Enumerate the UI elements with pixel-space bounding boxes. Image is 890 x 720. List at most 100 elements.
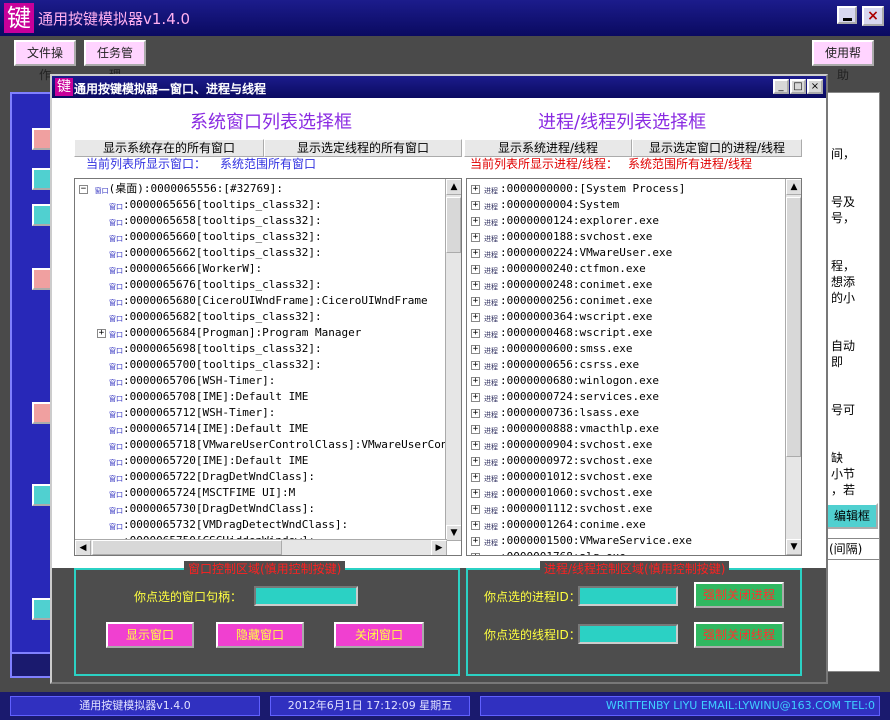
- process-tree-item[interactable]: + 进程:0000001264:conime.exe: [471, 517, 646, 533]
- help-button[interactable]: 使用帮助: [812, 40, 874, 82]
- window-tree-item[interactable]: 窗口:0000065724[MSCTFIME UI]:M: [97, 485, 295, 501]
- process-tree-item[interactable]: + 进程:0000000904:svchost.exe: [471, 437, 652, 453]
- window-tree-item[interactable]: 窗口:0000065662[tooltips_class32]:: [97, 245, 322, 261]
- hide-window-button[interactable]: 隐藏窗口: [216, 622, 304, 648]
- expand-icon[interactable]: +: [471, 440, 480, 450]
- process-tree-item[interactable]: + 进程:0000000000:[System Process]: [471, 181, 685, 197]
- window-tree-item[interactable]: 窗口:0000065660[tooltips_class32]:: [97, 229, 322, 245]
- scroll-thumb[interactable]: [92, 540, 282, 555]
- expand-icon[interactable]: +: [471, 248, 480, 258]
- window-tree-item[interactable]: 窗口:0000065720[IME]:Default IME: [97, 453, 308, 469]
- expand-icon[interactable]: +: [471, 344, 480, 354]
- thread-id-input[interactable]: [578, 624, 678, 644]
- expand-icon[interactable]: +: [471, 504, 480, 514]
- window-tree-item[interactable]: 窗口:0000065658[tooltips_class32]:: [97, 213, 322, 229]
- expand-icon[interactable]: +: [471, 216, 480, 226]
- process-tree-item[interactable]: + 进程:0000000188:svchost.exe: [471, 229, 652, 245]
- expand-icon[interactable]: +: [471, 536, 480, 546]
- window-tree-item[interactable]: 窗口:0000065676[tooltips_class32]:: [97, 277, 322, 293]
- scroll-right-icon[interactable]: ▶: [431, 540, 447, 555]
- process-tree-item[interactable]: + 进程:0000000468:wscript.exe: [471, 325, 652, 341]
- process-tree-item[interactable]: + 进程:0000000364:wscript.exe: [471, 309, 652, 325]
- expand-icon[interactable]: +: [471, 392, 480, 402]
- edit-box-button[interactable]: 编辑框: [826, 503, 878, 529]
- window-tree-item[interactable]: 窗口:0000065680[CiceroUIWndFrame]:CiceroUI…: [97, 293, 428, 309]
- expand-icon[interactable]: +: [471, 376, 480, 386]
- expand-icon[interactable]: +: [471, 232, 480, 242]
- window-tree-item[interactable]: 窗口:0000065656[tooltips_class32]:: [97, 197, 322, 213]
- expand-icon[interactable]: +: [471, 424, 480, 434]
- kill-thread-button[interactable]: 强制关闭线程: [694, 622, 784, 648]
- scroll-down-icon[interactable]: ▼: [786, 539, 801, 555]
- scroll-thumb[interactable]: [446, 197, 461, 253]
- window-tree-item[interactable]: 窗口:0000065698[tooltips_class32]:: [97, 341, 322, 357]
- window-handle-input[interactable]: [254, 586, 358, 606]
- process-tree-item[interactable]: + 进程:0000001060:svchost.exe: [471, 485, 652, 501]
- expand-icon[interactable]: +: [97, 328, 106, 338]
- expand-icon[interactable]: +: [471, 488, 480, 498]
- expand-icon[interactable]: +: [471, 360, 480, 370]
- window-tree-vscrollbar[interactable]: ▲ ▼: [445, 179, 461, 541]
- window-tree-hscrollbar[interactable]: ◀ ▶: [75, 539, 447, 555]
- window-tree-item[interactable]: 窗口:0000065700[tooltips_class32]:: [97, 357, 322, 373]
- show-all-windows-button[interactable]: 显示系统存在的所有窗口: [74, 139, 264, 157]
- window-tree-item[interactable]: 窗口:0000065682[tooltips_class32]:: [97, 309, 322, 325]
- dialog-close-button[interactable]: ×: [807, 79, 823, 94]
- expand-icon[interactable]: +: [471, 408, 480, 418]
- task-management-button[interactable]: 任务管理: [84, 40, 146, 82]
- scroll-up-icon[interactable]: ▲: [446, 179, 461, 195]
- scroll-left-icon[interactable]: ◀: [75, 540, 91, 555]
- dialog-maximize-button[interactable]: □: [790, 79, 806, 94]
- show-system-processes-button[interactable]: 显示系统进程/线程: [464, 139, 632, 157]
- process-tree-item[interactable]: + 进程:0000001768:alg.exe: [471, 549, 626, 555]
- process-tree-item[interactable]: + 进程:0000000888:vmacthlp.exe: [471, 421, 659, 437]
- show-thread-windows-button[interactable]: 显示选定线程的所有窗口: [264, 139, 462, 157]
- process-tree[interactable]: + 进程:0000000000:[System Process] + 进程:00000…: [466, 178, 802, 556]
- expand-icon[interactable]: +: [471, 200, 480, 210]
- close-window-button[interactable]: 关闭窗口: [334, 622, 424, 648]
- process-tree-item[interactable]: + 进程:0000000248:conimet.exe: [471, 277, 652, 293]
- window-tree-item[interactable]: 窗口:0000065722[DragDetWndClass]:: [97, 469, 315, 485]
- expand-icon[interactable]: +: [471, 280, 480, 290]
- scroll-down-icon[interactable]: ▼: [446, 525, 461, 541]
- expand-icon[interactable]: +: [471, 184, 480, 194]
- tree-root-node[interactable]: − 窗口(桌面):0000065556:[#32769]:: [79, 181, 283, 197]
- file-operations-button[interactable]: 文件操作: [14, 40, 76, 82]
- show-window-processes-button[interactable]: 显示选定窗口的进程/线程: [632, 139, 802, 157]
- window-tree[interactable]: − 窗口(桌面):0000065556:[#32769]: 窗口:0000065…: [74, 178, 462, 556]
- process-tree-item[interactable]: + 进程:0000000972:svchost.exe: [471, 453, 652, 469]
- process-tree-item[interactable]: + 进程:0000000224:VMwareUser.exe: [471, 245, 672, 261]
- close-button[interactable]: ×: [862, 6, 884, 26]
- window-tree-item[interactable]: 窗口:0000065706[WSH-Timer]:: [97, 373, 275, 389]
- process-tree-item[interactable]: + 进程:0000000600:smss.exe: [471, 341, 632, 357]
- expand-icon[interactable]: +: [471, 328, 480, 338]
- minimize-button[interactable]: [837, 6, 857, 24]
- process-tree-item[interactable]: + 进程:0000001500:VMwareService.exe: [471, 533, 692, 549]
- window-tree-item[interactable]: 窗口:0000065708[IME]:Default IME: [97, 389, 308, 405]
- expand-icon[interactable]: +: [471, 296, 480, 306]
- process-tree-item[interactable]: + 进程:0000000736:lsass.exe: [471, 405, 639, 421]
- process-tree-item[interactable]: + 进程:0000000724:services.exe: [471, 389, 659, 405]
- expand-icon[interactable]: +: [471, 456, 480, 466]
- process-tree-item[interactable]: + 进程:0000000256:conimet.exe: [471, 293, 652, 309]
- scroll-up-icon[interactable]: ▲: [786, 179, 801, 195]
- process-tree-item[interactable]: + 进程:0000000656:csrss.exe: [471, 357, 639, 373]
- process-tree-item[interactable]: + 进程:0000001012:svchost.exe: [471, 469, 652, 485]
- process-tree-item[interactable]: + 进程:0000000680:winlogon.exe: [471, 373, 659, 389]
- process-tree-item[interactable]: + 进程:0000001112:svchost.exe: [471, 501, 652, 517]
- window-tree-item[interactable]: 窗口:0000065666[WorkerW]:: [97, 261, 262, 277]
- window-tree-item[interactable]: + 窗口:0000065684[Progman]:Program Manager: [97, 325, 361, 341]
- dialog-minimize-button[interactable]: _: [773, 79, 789, 94]
- expand-icon[interactable]: +: [471, 552, 480, 555]
- process-tree-item[interactable]: + 进程:0000000240:ctfmon.exe: [471, 261, 646, 277]
- scroll-thumb[interactable]: [786, 197, 801, 457]
- process-tree-item[interactable]: + 进程:0000000004:System: [471, 197, 619, 213]
- show-window-button[interactable]: 显示窗口: [106, 622, 194, 648]
- window-tree-item[interactable]: 窗口:0000065714[IME]:Default IME: [97, 421, 308, 437]
- window-tree-item[interactable]: 窗口:0000065730[DragDetWndClass]:: [97, 501, 315, 517]
- process-tree-item[interactable]: + 进程:0000000124:explorer.exe: [471, 213, 659, 229]
- expand-icon[interactable]: +: [471, 472, 480, 482]
- window-tree-item[interactable]: 窗口:0000065718[VMwareUserControlClass]:VM…: [97, 437, 461, 453]
- window-tree-item[interactable]: 窗口:0000065732[VMDragDetectWndClass]:: [97, 517, 348, 533]
- process-tree-vscrollbar[interactable]: ▲ ▼: [785, 179, 801, 555]
